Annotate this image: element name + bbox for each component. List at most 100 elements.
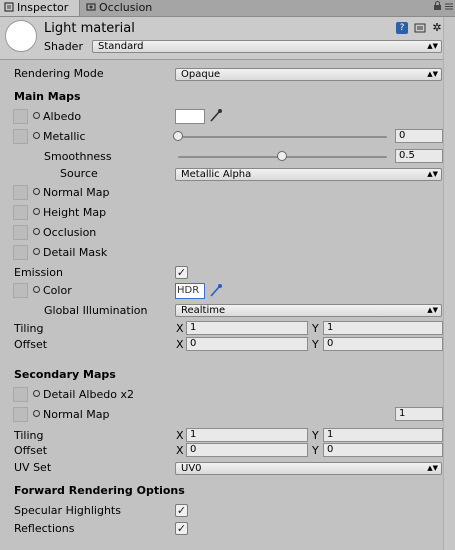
global-illumination-label: Global Illumination (44, 304, 148, 317)
global-illumination-dropdown[interactable]: Realtime ▲▼ (175, 304, 442, 317)
lock-icon[interactable] (433, 1, 442, 14)
secondary-tiling-y-field[interactable]: 1 (323, 428, 443, 442)
texture-picker-icon[interactable] (33, 112, 40, 119)
offset-label: Offset (14, 338, 48, 351)
global-illumination-value: Realtime (181, 305, 226, 316)
rendering-mode-value: Opaque (181, 69, 221, 80)
rendering-mode-dropdown[interactable]: Opaque ▲▼ (175, 68, 442, 81)
tab-occlusion[interactable]: Occlusion (82, 0, 172, 16)
tiling-x-label: X (176, 322, 184, 335)
albedo-label: Albedo (33, 110, 81, 124)
inspector-scrollbar[interactable] (443, 17, 455, 550)
texture-picker-icon[interactable] (33, 410, 40, 417)
specular-highlights-checkbox[interactable]: ✓ (175, 504, 188, 517)
offset-y-field[interactable]: 0 (323, 337, 443, 351)
texture-picker-icon[interactable] (33, 248, 40, 255)
help-icon[interactable]: ? (396, 22, 408, 34)
inspector-icon (4, 1, 14, 12)
settings-icon[interactable]: ✲ (431, 22, 443, 34)
metallic-value-field[interactable]: 0 (395, 129, 443, 143)
tab-inspector[interactable]: Inspector (0, 0, 80, 16)
tiling-y-label: Y (312, 322, 319, 335)
texture-picker-icon[interactable] (33, 132, 40, 139)
main-maps-title: Main Maps (14, 90, 81, 103)
preset-icon[interactable] (414, 22, 426, 34)
detail-mask-label: Detail Mask (33, 246, 107, 260)
height-map-label: Height Map (33, 206, 106, 220)
secondary-normal-map-label: Normal Map (33, 408, 110, 422)
reflections-label: Reflections (14, 522, 75, 535)
reflections-checkbox[interactable]: ✓ (175, 522, 188, 535)
source-value: Metallic Alpha (181, 169, 252, 180)
secondary-offset-x-label: X (176, 444, 184, 457)
detail-albedo-texture-slot[interactable] (13, 387, 28, 402)
dropdown-arrow-icon: ▲▼ (427, 464, 438, 472)
emission-label: Emission (14, 266, 63, 279)
secondary-tiling-label: Tiling (14, 429, 44, 442)
secondary-tiling-x-field[interactable]: 1 (186, 428, 308, 442)
emission-color-label: Color (33, 284, 72, 298)
window-icons (433, 0, 453, 16)
smoothness-label: Smoothness (44, 150, 112, 163)
detail-albedo-label: Detail Albedo x2 (33, 388, 134, 402)
rendering-mode-label: Rendering Mode (14, 67, 104, 80)
offset-y-label: Y (312, 338, 319, 351)
tab-occlusion-label: Occlusion (99, 1, 153, 14)
tiling-y-field[interactable]: 1 (323, 321, 443, 335)
emission-checkbox[interactable]: ✓ (175, 266, 188, 279)
tiling-label: Tiling (14, 322, 44, 335)
offset-x-label: X (176, 338, 184, 351)
normal-map-texture-slot[interactable] (13, 185, 28, 200)
occlusion-icon (86, 1, 96, 11)
secondary-tiling-x-label: X (176, 429, 184, 442)
texture-picker-icon[interactable] (33, 390, 40, 397)
smoothness-value-field[interactable]: 0.5 (395, 149, 443, 163)
smoothness-slider-thumb[interactable] (277, 151, 287, 161)
texture-picker-icon[interactable] (33, 286, 40, 293)
dropdown-arrow-icon: ▲▼ (427, 306, 438, 314)
detail-mask-texture-slot[interactable] (13, 245, 28, 260)
emission-texture-slot[interactable] (13, 283, 28, 298)
secondary-tiling-y-label: Y (312, 429, 319, 442)
secondary-offset-x-field[interactable]: 0 (186, 443, 308, 457)
shader-value: Standard (98, 41, 144, 52)
texture-picker-icon[interactable] (33, 228, 40, 235)
height-map-texture-slot[interactable] (13, 205, 28, 220)
texture-picker-icon[interactable] (33, 188, 40, 195)
menu-icon[interactable] (445, 1, 453, 14)
occlusion-texture-slot[interactable] (13, 225, 28, 240)
texture-picker-icon[interactable] (33, 208, 40, 215)
source-label: Source (60, 167, 98, 180)
albedo-color-swatch[interactable] (175, 109, 205, 124)
tab-inspector-label: Inspector (17, 1, 69, 14)
secondary-offset-y-label: Y (312, 444, 319, 457)
normal-map-label: Normal Map (33, 186, 110, 200)
material-preview (5, 20, 37, 52)
secondary-offset-label: Offset (14, 444, 48, 457)
dropdown-arrow-icon: ▲▼ (427, 170, 438, 178)
forward-rendering-title: Forward Rendering Options (14, 484, 185, 497)
dropdown-arrow-icon: ▲▼ (427, 70, 438, 78)
shader-dropdown[interactable]: Standard ▲▼ (92, 40, 442, 53)
uv-set-dropdown[interactable]: UV0 ▲▼ (175, 462, 442, 475)
secondary-normal-scale-field[interactable]: 1 (395, 407, 443, 421)
shader-label: Shader (44, 40, 83, 53)
metallic-texture-slot[interactable] (13, 129, 28, 144)
secondary-normal-map-texture-slot[interactable] (13, 407, 28, 422)
eyedropper-icon[interactable] (209, 108, 223, 126)
uv-set-value: UV0 (181, 463, 202, 474)
offset-x-field[interactable]: 0 (186, 337, 308, 351)
metallic-slider-track[interactable] (178, 136, 387, 138)
specular-highlights-label: Specular Highlights (14, 504, 121, 517)
metallic-label: Metallic (33, 130, 86, 144)
secondary-offset-y-field[interactable]: 0 (323, 443, 443, 457)
eyedropper-icon[interactable] (209, 283, 223, 301)
occlusion-label: Occlusion (33, 226, 96, 240)
source-dropdown[interactable]: Metallic Alpha ▲▼ (175, 168, 442, 181)
albedo-texture-slot[interactable] (13, 109, 28, 124)
metallic-slider-thumb[interactable] (173, 131, 183, 141)
emission-color-swatch[interactable]: HDR (175, 283, 205, 299)
tiling-x-field[interactable]: 1 (186, 321, 308, 335)
uv-set-label: UV Set (14, 461, 52, 474)
dropdown-arrow-icon: ▲▼ (427, 42, 438, 50)
